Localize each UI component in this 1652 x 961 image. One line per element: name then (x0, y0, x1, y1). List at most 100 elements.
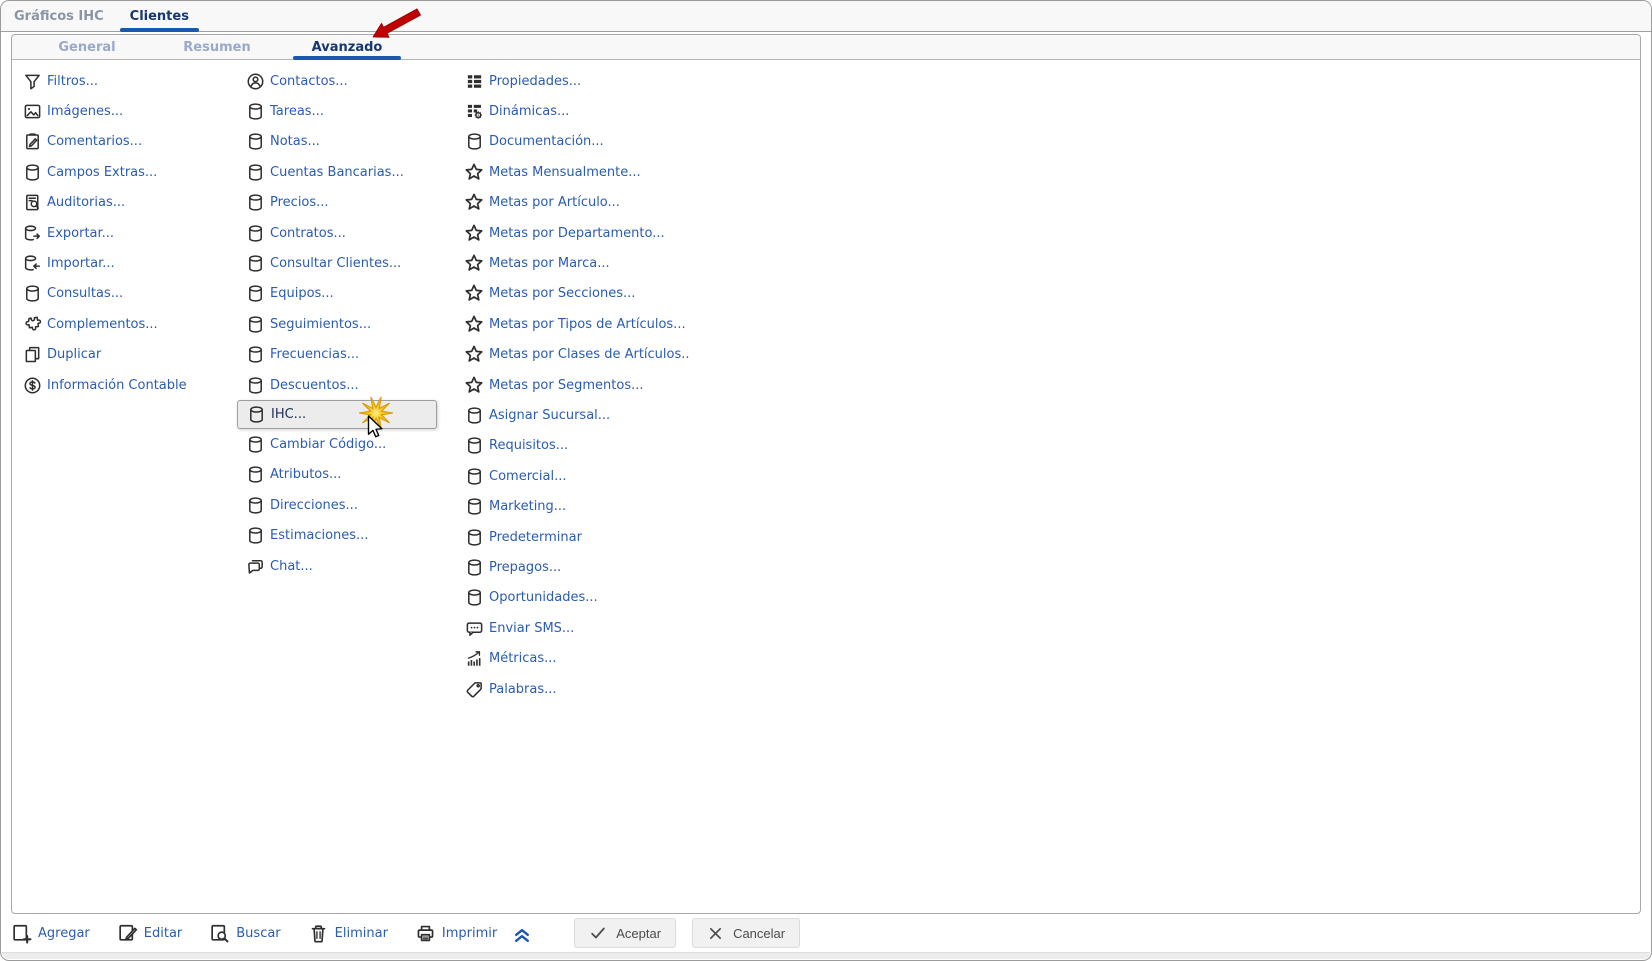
audit-document-icon (22, 193, 42, 212)
menu-item-notas[interactable]: Notas... (245, 127, 437, 157)
cancelar-button[interactable]: Cancelar (692, 918, 800, 948)
menu-item-frecuencias[interactable]: Frecuencias... (245, 340, 437, 370)
star-icon (464, 192, 484, 213)
menu-item-metas-por-departamento[interactable]: Metas por Departamento... (464, 218, 690, 248)
menu-item-descuentos[interactable]: Descuentos... (245, 370, 437, 400)
editar-button[interactable]: Editar (117, 923, 183, 944)
menu-item-metas-por-tipos-de-articulos[interactable]: Metas por Tipos de Artículos... (464, 309, 690, 339)
menu-item-metas-mensualmente[interactable]: Metas Mensualmente... (464, 157, 690, 187)
menu-item-contactos[interactable]: Contactos... (245, 66, 437, 96)
subtab-general[interactable]: General (22, 35, 152, 59)
imprimir-button[interactable]: Imprimir (415, 923, 497, 944)
menu-item-label: Marketing... (489, 499, 566, 514)
menu-item-filtros[interactable]: Filtros... (22, 66, 187, 96)
database-export-icon (22, 224, 42, 243)
menu-item-cambiar-codigo[interactable]: Cambiar Código... (245, 429, 437, 459)
database-icon (464, 132, 484, 151)
menu-item-label: Filtros... (47, 74, 98, 89)
menu-item-marketing[interactable]: Marketing... (464, 491, 690, 521)
menu-item-label: Cuentas Bancarias... (270, 165, 404, 180)
tab-clientes[interactable]: Clientes (117, 1, 202, 31)
menu-item-cuentas-bancarias[interactable]: Cuentas Bancarias... (245, 157, 437, 187)
menu-item-campos-extras[interactable]: Campos Extras... (22, 157, 187, 187)
menu-item-requisitos[interactable]: Requisitos... (464, 431, 690, 461)
menu-item-metricas[interactable]: Métricas... (464, 643, 690, 673)
database-icon (245, 496, 265, 515)
menu-item-metas-por-marca[interactable]: Metas por Marca... (464, 248, 690, 278)
aceptar-button[interactable]: Aceptar (574, 918, 676, 948)
menu-item-duplicar[interactable]: Duplicar (22, 340, 187, 370)
menu-item-asignar-sucursal[interactable]: Asignar Sucursal... (464, 400, 690, 430)
menu-item-label: Oportunidades... (489, 590, 598, 605)
database-icon (245, 224, 265, 243)
button-label: Aceptar (616, 926, 661, 941)
menu-item-direcciones[interactable]: Direcciones... (245, 490, 437, 520)
menu-item-chat[interactable]: Chat... (245, 551, 437, 581)
menu-item-consultas[interactable]: Consultas... (22, 279, 187, 309)
copy-icon (22, 345, 42, 364)
menu-item-metas-por-clases-de-articulos[interactable]: Metas por Clases de Artículos.. (464, 340, 690, 370)
menu-item-label: Metas Mensualmente... (489, 165, 641, 180)
menu-item-label: Precios... (270, 195, 329, 210)
tab-graficos-ihc[interactable]: Gráficos IHC (1, 1, 117, 31)
menu-item-documentacion[interactable]: Documentación... (464, 127, 690, 157)
menu-item-importar[interactable]: Importar... (22, 248, 187, 278)
menu-item-consultar-clientes[interactable]: Consultar Clientes... (245, 248, 437, 278)
menu-item-tareas[interactable]: Tareas... (245, 96, 437, 126)
menu-item-label: Contratos... (270, 226, 346, 241)
menu-item-atributos[interactable]: Atributos... (245, 460, 437, 490)
star-icon (464, 283, 484, 304)
menu-item-label: Metas por Tipos de Artículos... (489, 317, 686, 332)
menu-item-metas-por-articulo[interactable]: Metas por Artículo... (464, 188, 690, 218)
menu-item-ihc[interactable]: IHC... (237, 400, 437, 429)
menu-item-label: Estimaciones... (270, 528, 368, 543)
menu-item-equipos[interactable]: Equipos... (245, 279, 437, 309)
star-icon (464, 375, 484, 396)
database-icon (464, 528, 484, 547)
agregar-button[interactable]: Agregar (11, 923, 90, 944)
menu-item-comentarios[interactable]: Comentarios... (22, 127, 187, 157)
menu-item-label: Contactos... (270, 74, 348, 89)
menu-item-label: Exportar... (47, 226, 114, 241)
buscar-button[interactable]: Buscar (209, 923, 280, 944)
menu-item-label: Auditorias... (47, 195, 125, 210)
eliminar-button[interactable]: Eliminar (308, 923, 388, 944)
subtab-avanzado[interactable]: Avanzado (282, 35, 412, 59)
menu-item-estimaciones[interactable]: Estimaciones... (245, 520, 437, 550)
menu-item-imagenes[interactable]: Imágenes... (22, 96, 187, 126)
menu-item-propiedades[interactable]: Propiedades... (464, 66, 690, 96)
database-import-icon (22, 254, 42, 273)
menu-item-enviar-sms[interactable]: Enviar SMS... (464, 613, 690, 643)
star-icon (464, 162, 484, 183)
menu-item-metas-por-secciones[interactable]: Metas por Secciones... (464, 279, 690, 309)
menu-column-2: Contactos... Tareas...Notas... Cuentas Ban… (245, 66, 437, 581)
menu-item-metas-por-segmentos[interactable]: Metas por Segmentos... (464, 370, 690, 400)
menu-item-seguimientos[interactable]: Seguimientos... (245, 309, 437, 339)
edit-icon (117, 923, 138, 944)
database-icon (245, 345, 265, 364)
grid-gear-icon (464, 102, 484, 121)
menu-item-predeterminar[interactable]: Predeterminar (464, 522, 690, 552)
menu-item-palabras[interactable]: Palabras... (464, 674, 690, 704)
menu-item-label: Equipos... (270, 286, 334, 301)
menu-item-dinamicas[interactable]: Dinámicas... (464, 96, 690, 126)
window-footer (2, 952, 1650, 959)
menu-item-exportar[interactable]: Exportar... (22, 218, 187, 248)
menu-item-contratos[interactable]: Contratos... (245, 218, 437, 248)
menu-item-label: Metas por Secciones... (489, 286, 635, 301)
database-icon (464, 406, 484, 425)
menu-item-label: Cambiar Código... (270, 437, 386, 452)
menu-item-label: Metas por Segmentos... (489, 378, 644, 393)
menu-item-complementos[interactable]: Complementos... (22, 309, 187, 339)
subtab-resumen[interactable]: Resumen (152, 35, 282, 59)
menu-item-informacion-contable[interactable]: Información Contable (22, 370, 187, 400)
menu-item-prepagos[interactable]: Prepagos... (464, 552, 690, 582)
menu-item-comercial[interactable]: Comercial... (464, 461, 690, 491)
menu-item-precios[interactable]: Precios... (245, 188, 437, 218)
toolbar-label: Buscar (236, 926, 280, 941)
chevrons-up-icon[interactable] (510, 923, 534, 944)
database-icon (245, 376, 265, 395)
menu-item-label: Dinámicas... (489, 104, 569, 119)
menu-item-oportunidades[interactable]: Oportunidades... (464, 583, 690, 613)
menu-item-auditorias[interactable]: Auditorias... (22, 188, 187, 218)
